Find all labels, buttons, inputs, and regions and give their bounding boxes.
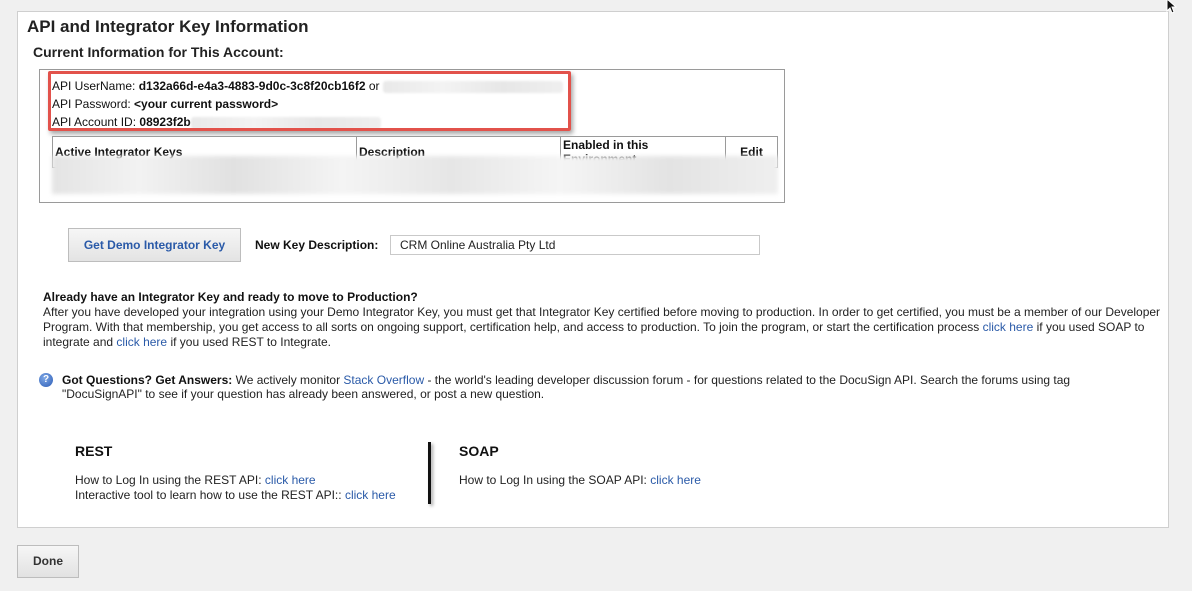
rest-tool-text: Interactive tool to learn how to use the… (75, 488, 342, 502)
production-text-3: if you used REST to Integrate. (170, 335, 331, 349)
soap-certification-link[interactable]: click here (983, 320, 1034, 334)
production-section: Already have an Integrator Key and ready… (43, 290, 1163, 350)
mouse-cursor-icon (1166, 0, 1178, 14)
api-info-panel: API and Integrator Key Information Curre… (17, 11, 1169, 528)
rest-login-text: How to Log In using the REST API: (75, 473, 262, 487)
page-title: API and Integrator Key Information (27, 17, 309, 36)
help-icon: ? (39, 373, 53, 387)
questions-text-1: We actively monitor (235, 373, 341, 387)
soap-login-line: How to Log In using the SOAP API: click … (459, 473, 701, 487)
new-key-description-input[interactable] (390, 235, 760, 255)
account-info-box: API UserName: d132a66d-e4a3-4883-9d0c-3c… (39, 69, 785, 203)
questions-section: Got Questions? Get Answers: We actively … (62, 373, 1142, 401)
rest-login-link[interactable]: click here (265, 473, 316, 487)
rest-heading: REST (75, 443, 113, 459)
get-demo-key-button[interactable]: Get Demo Integrator Key (68, 228, 241, 262)
production-text: After you have developed your integratio… (43, 305, 1163, 350)
rest-tool-link[interactable]: click here (345, 488, 396, 502)
section-divider (428, 442, 431, 504)
rest-tool-line: Interactive tool to learn how to use the… (75, 488, 396, 502)
new-key-description-label: New Key Description: (255, 238, 379, 252)
stack-overflow-link[interactable]: Stack Overflow (343, 373, 424, 387)
done-button[interactable]: Done (17, 545, 79, 578)
credentials-highlight (48, 71, 571, 131)
production-heading: Already have an Integrator Key and ready… (43, 290, 418, 304)
soap-login-text: How to Log In using the SOAP API: (459, 473, 647, 487)
section-subtitle: Current Information for This Account: (33, 44, 284, 60)
questions-heading: Got Questions? Get Answers: (62, 373, 233, 387)
redacted-table-row (52, 156, 778, 194)
rest-login-line: How to Log In using the REST API: click … (75, 473, 316, 487)
soap-login-link[interactable]: click here (650, 473, 701, 487)
soap-heading: SOAP (459, 443, 499, 459)
rest-certification-link[interactable]: click here (116, 335, 167, 349)
